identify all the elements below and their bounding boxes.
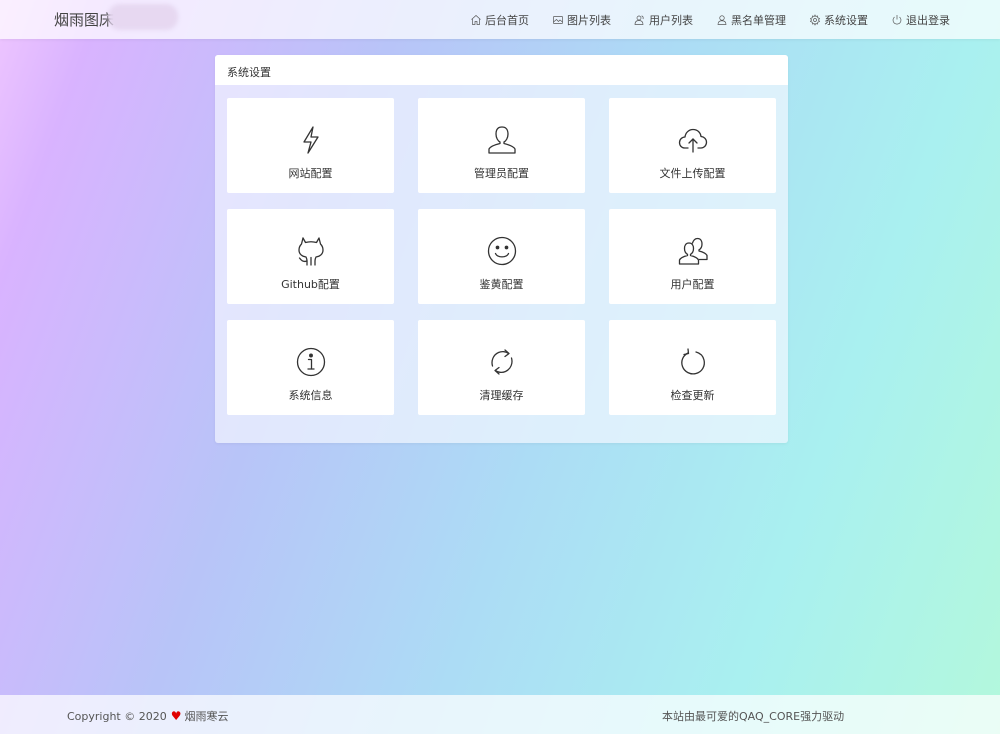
card-label: Github配置	[281, 278, 340, 291]
copyright: Copyright © 2020 ♥ 烟雨寒云	[67, 708, 229, 724]
card-label: 用户配置	[670, 278, 715, 291]
settings-grid: 网站配置 管理员配置 文件上传配置 Github配置 鉴黄配置 用户配置 系统信…	[227, 98, 776, 415]
info-icon	[296, 347, 325, 377]
site-brand[interactable]: 烟雨图床	[54, 9, 114, 30]
card-admin-config[interactable]: 管理员配置	[418, 98, 585, 193]
main-nav: 后台首页 图片列表 用户列表 黑名单管理 系统设置 退出登录	[447, 0, 950, 39]
card-clear-cache[interactable]: 清理缓存	[418, 320, 585, 415]
power-icon	[892, 14, 902, 24]
user-icon	[717, 14, 727, 25]
card-label: 鉴黄配置	[479, 278, 524, 291]
panel-title: 系统设置	[215, 55, 788, 85]
nav-item-label: 系统设置	[824, 13, 868, 27]
card-label: 检查更新	[670, 389, 715, 402]
card-label: 文件上传配置	[659, 167, 726, 180]
refresh-icon	[490, 349, 513, 375]
card-porn-detect-config[interactable]: 鉴黄配置	[418, 209, 585, 304]
card-site-config[interactable]: 网站配置	[227, 98, 394, 193]
nav-item-label: 用户列表	[649, 13, 693, 27]
card-system-info[interactable]: 系统信息	[227, 320, 394, 415]
user-icon	[487, 126, 516, 154]
page-footer: Copyright © 2020 ♥ 烟雨寒云 本站由最可爱的QAQ_CORE强…	[0, 695, 1000, 734]
nav-item-logout[interactable]: 退出登录	[891, 12, 950, 28]
heart-icon: ♥	[170, 709, 182, 723]
settings-panel: 系统设置 网站配置 管理员配置 文件上传配置 Github配置 鉴黄配置 用户配…	[215, 55, 788, 443]
users-icon	[634, 15, 644, 25]
image-icon	[553, 15, 563, 24]
card-label: 管理员配置	[474, 167, 529, 180]
github-icon	[297, 237, 324, 266]
users-icon	[678, 237, 708, 265]
nav-item-label: 退出登录	[906, 13, 950, 27]
nav-item-home[interactable]: 后台首页	[470, 12, 529, 28]
lightning-icon	[302, 126, 319, 154]
card-user-config[interactable]: 用户配置	[609, 209, 776, 304]
card-check-update[interactable]: 检查更新	[609, 320, 776, 415]
nav-item-users[interactable]: 用户列表	[634, 12, 693, 28]
nav-item-label: 黑名单管理	[731, 13, 786, 27]
card-github-config[interactable]: Github配置	[227, 209, 394, 304]
nav-item-label: 后台首页	[485, 13, 529, 27]
brand-blur-overlay	[108, 4, 178, 30]
copyright-text: Copyright © 2020	[67, 709, 167, 723]
card-upload-config[interactable]: 文件上传配置	[609, 98, 776, 193]
card-label: 网站配置	[288, 167, 333, 180]
cloud-upload-icon	[678, 128, 707, 153]
top-navbar: 烟雨图床 后台首页 图片列表 用户列表 黑名单管理 系统设置 退出登录	[0, 0, 1000, 39]
card-label: 系统信息	[288, 389, 333, 402]
nav-item-blacklist[interactable]: 黑名单管理	[716, 12, 786, 28]
gear-icon	[809, 13, 821, 26]
card-label: 清理缓存	[479, 389, 524, 402]
home-icon	[471, 14, 481, 25]
author-name[interactable]: 烟雨寒云	[185, 708, 229, 724]
update-icon	[680, 348, 705, 375]
nav-item-settings[interactable]: 系统设置	[809, 12, 868, 28]
smile-icon	[487, 236, 516, 266]
powered-by: 本站由最可爱的QAQ_CORE强力驱动	[662, 710, 845, 723]
nav-item-label: 图片列表	[567, 13, 611, 27]
nav-item-images[interactable]: 图片列表	[552, 12, 611, 28]
